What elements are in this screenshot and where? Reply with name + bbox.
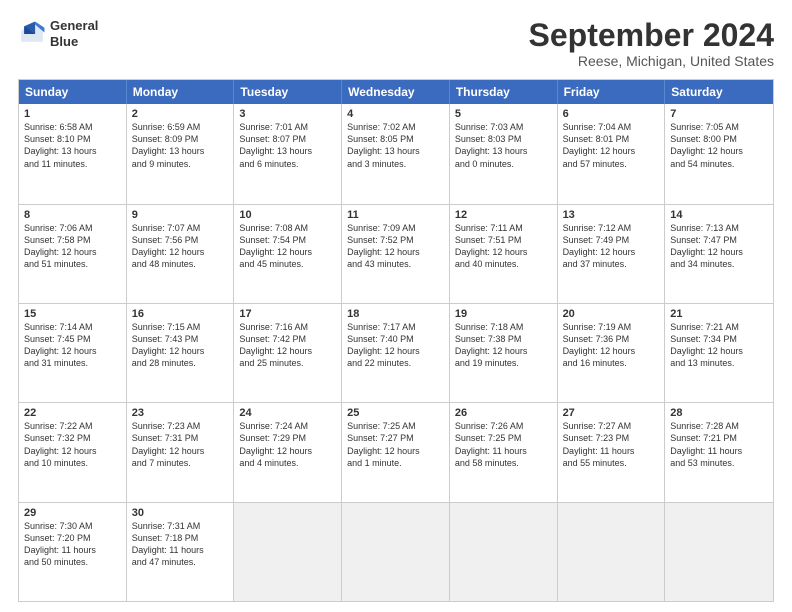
logo: General Blue xyxy=(18,18,98,49)
calendar-cell: 29Sunrise: 7:30 AMSunset: 7:20 PMDayligh… xyxy=(19,503,127,601)
title-area: September 2024 Reese, Michigan, United S… xyxy=(529,18,774,69)
logo-icon xyxy=(18,20,46,48)
calendar-cell: 22Sunrise: 7:22 AMSunset: 7:32 PMDayligh… xyxy=(19,403,127,501)
header-day-saturday: Saturday xyxy=(665,80,773,104)
calendar-cell: 24Sunrise: 7:24 AMSunset: 7:29 PMDayligh… xyxy=(234,403,342,501)
logo-text: General Blue xyxy=(50,18,98,49)
calendar-cell: 10Sunrise: 7:08 AMSunset: 7:54 PMDayligh… xyxy=(234,205,342,303)
header-day-friday: Friday xyxy=(558,80,666,104)
calendar-cell: 27Sunrise: 7:27 AMSunset: 7:23 PMDayligh… xyxy=(558,403,666,501)
calendar-cell: 6Sunrise: 7:04 AMSunset: 8:01 PMDaylight… xyxy=(558,104,666,203)
calendar-row: 29Sunrise: 7:30 AMSunset: 7:20 PMDayligh… xyxy=(19,502,773,601)
calendar-cell: 23Sunrise: 7:23 AMSunset: 7:31 PMDayligh… xyxy=(127,403,235,501)
calendar-cell: 26Sunrise: 7:26 AMSunset: 7:25 PMDayligh… xyxy=(450,403,558,501)
calendar-cell: 17Sunrise: 7:16 AMSunset: 7:42 PMDayligh… xyxy=(234,304,342,402)
calendar-cell xyxy=(665,503,773,601)
calendar-cell: 16Sunrise: 7:15 AMSunset: 7:43 PMDayligh… xyxy=(127,304,235,402)
calendar-cell: 1Sunrise: 6:58 AMSunset: 8:10 PMDaylight… xyxy=(19,104,127,203)
header-day-sunday: Sunday xyxy=(19,80,127,104)
calendar-cell: 8Sunrise: 7:06 AMSunset: 7:58 PMDaylight… xyxy=(19,205,127,303)
calendar-body: 1Sunrise: 6:58 AMSunset: 8:10 PMDaylight… xyxy=(19,104,773,601)
calendar-cell xyxy=(342,503,450,601)
calendar-cell: 15Sunrise: 7:14 AMSunset: 7:45 PMDayligh… xyxy=(19,304,127,402)
calendar-cell xyxy=(234,503,342,601)
calendar-cell: 19Sunrise: 7:18 AMSunset: 7:38 PMDayligh… xyxy=(450,304,558,402)
calendar-cell: 12Sunrise: 7:11 AMSunset: 7:51 PMDayligh… xyxy=(450,205,558,303)
calendar-cell xyxy=(450,503,558,601)
calendar-cell: 5Sunrise: 7:03 AMSunset: 8:03 PMDaylight… xyxy=(450,104,558,203)
header: General Blue September 2024 Reese, Michi… xyxy=(18,18,774,69)
calendar-cell: 11Sunrise: 7:09 AMSunset: 7:52 PMDayligh… xyxy=(342,205,450,303)
header-day-monday: Monday xyxy=(127,80,235,104)
calendar-row: 8Sunrise: 7:06 AMSunset: 7:58 PMDaylight… xyxy=(19,204,773,303)
calendar-cell: 13Sunrise: 7:12 AMSunset: 7:49 PMDayligh… xyxy=(558,205,666,303)
calendar-cell: 14Sunrise: 7:13 AMSunset: 7:47 PMDayligh… xyxy=(665,205,773,303)
calendar-cell: 25Sunrise: 7:25 AMSunset: 7:27 PMDayligh… xyxy=(342,403,450,501)
calendar-header: SundayMondayTuesdayWednesdayThursdayFrid… xyxy=(19,80,773,104)
calendar-cell: 30Sunrise: 7:31 AMSunset: 7:18 PMDayligh… xyxy=(127,503,235,601)
calendar-cell: 18Sunrise: 7:17 AMSunset: 7:40 PMDayligh… xyxy=(342,304,450,402)
main-title: September 2024 xyxy=(529,18,774,53)
calendar-cell: 28Sunrise: 7:28 AMSunset: 7:21 PMDayligh… xyxy=(665,403,773,501)
calendar-cell: 9Sunrise: 7:07 AMSunset: 7:56 PMDaylight… xyxy=(127,205,235,303)
page: General Blue September 2024 Reese, Michi… xyxy=(0,0,792,612)
calendar-cell: 21Sunrise: 7:21 AMSunset: 7:34 PMDayligh… xyxy=(665,304,773,402)
calendar-cell: 7Sunrise: 7:05 AMSunset: 8:00 PMDaylight… xyxy=(665,104,773,203)
calendar-cell: 3Sunrise: 7:01 AMSunset: 8:07 PMDaylight… xyxy=(234,104,342,203)
calendar-row: 22Sunrise: 7:22 AMSunset: 7:32 PMDayligh… xyxy=(19,402,773,501)
calendar-cell: 4Sunrise: 7:02 AMSunset: 8:05 PMDaylight… xyxy=(342,104,450,203)
calendar-cell: 20Sunrise: 7:19 AMSunset: 7:36 PMDayligh… xyxy=(558,304,666,402)
header-day-wednesday: Wednesday xyxy=(342,80,450,104)
calendar-cell xyxy=(558,503,666,601)
calendar-row: 15Sunrise: 7:14 AMSunset: 7:45 PMDayligh… xyxy=(19,303,773,402)
header-day-thursday: Thursday xyxy=(450,80,558,104)
calendar: SundayMondayTuesdayWednesdayThursdayFrid… xyxy=(18,79,774,602)
header-day-tuesday: Tuesday xyxy=(234,80,342,104)
calendar-row: 1Sunrise: 6:58 AMSunset: 8:10 PMDaylight… xyxy=(19,104,773,203)
calendar-cell: 2Sunrise: 6:59 AMSunset: 8:09 PMDaylight… xyxy=(127,104,235,203)
subtitle: Reese, Michigan, United States xyxy=(529,53,774,69)
